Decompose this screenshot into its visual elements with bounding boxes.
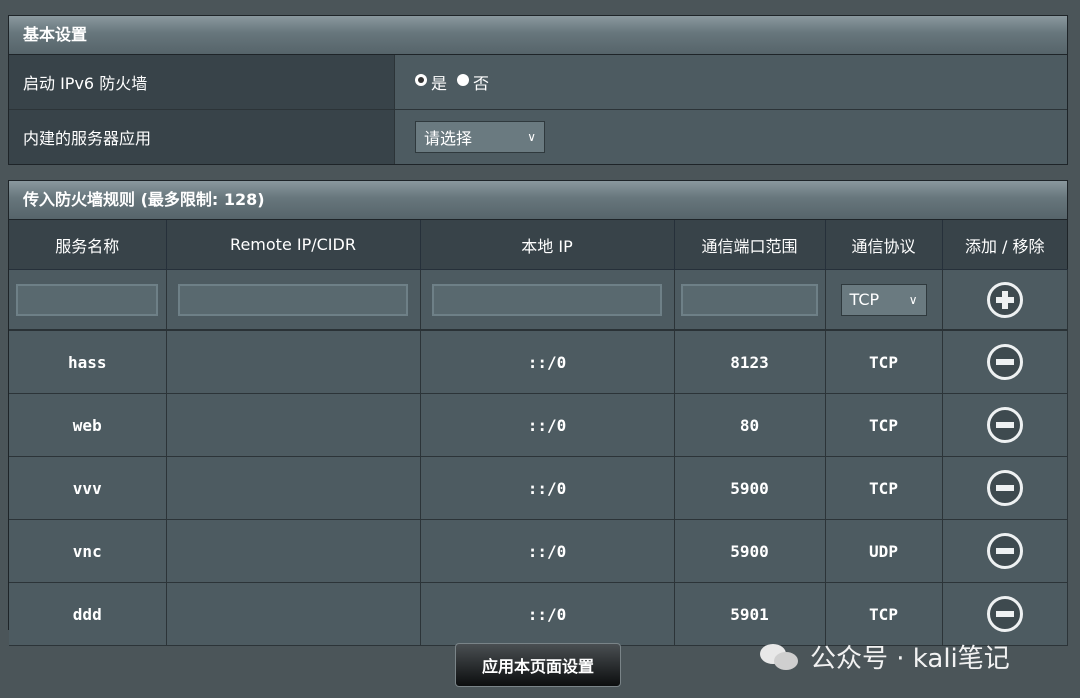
table-row: hass ::/0 8123 TCP (9, 330, 1068, 394)
remote-ip-input[interactable] (177, 283, 409, 316)
cell-protocol: TCP (825, 456, 943, 520)
radio-no-label: 否 (473, 74, 490, 93)
cell-service-name: ddd (9, 582, 167, 646)
radio-no[interactable] (457, 74, 470, 86)
col-local-ip: 本地 IP (420, 220, 675, 270)
remove-rule-icon[interactable] (986, 407, 1023, 443)
table-row: web ::/0 80 TCP (9, 393, 1068, 457)
basic-settings-panel: 基本设置 启动 IPv6 防火墙 是 否 内建的服务器应用 请选择 ∨ (8, 15, 1068, 165)
col-remote-ip: Remote IP/CIDR (166, 220, 421, 270)
server-app-label: 内建的服务器应用 (9, 110, 395, 164)
chevron-down-icon: ∨ (527, 130, 536, 144)
col-port-range: 通信端口范围 (674, 220, 826, 270)
wechat-icon (760, 642, 800, 670)
server-app-row: 内建的服务器应用 请选择 ∨ (9, 110, 1067, 164)
chevron-down-icon: ∨ (908, 292, 918, 307)
server-app-select[interactable]: 请选择 ∨ (415, 121, 545, 153)
apply-settings-button[interactable]: 应用本页面设置 (455, 643, 621, 687)
rules-table: 服务名称 Remote IP/CIDR 本地 IP 通信端口范围 通信协议 添加… (9, 220, 1068, 646)
cell-protocol: UDP (825, 519, 943, 583)
cell-local-ip: ::/0 (420, 456, 675, 520)
cell-service-name: hass (9, 330, 167, 394)
server-app-select-value: 请选择 (424, 129, 473, 148)
cell-port: 5900 (674, 456, 826, 520)
basic-settings-title: 基本设置 (9, 16, 1067, 55)
table-row: vvv ::/0 5900 TCP (9, 456, 1068, 520)
service-name-input[interactable] (16, 283, 159, 316)
cell-service-name: vvv (9, 456, 167, 520)
cell-remote-ip (166, 330, 421, 394)
ipv6-firewall-row: 启动 IPv6 防火墙 是 否 (9, 55, 1067, 110)
inbound-rules-panel: 传入防火墙规则 (最多限制: 128) 服务名称 Remote IP/CIDR … (8, 180, 1068, 646)
cell-protocol: TCP (825, 393, 943, 457)
cell-port: 80 (674, 393, 826, 457)
cell-port: 5900 (674, 519, 826, 583)
remove-rule-icon[interactable] (986, 344, 1023, 380)
cell-remote-ip (166, 393, 421, 457)
cell-port: 8123 (674, 330, 826, 394)
protocol-select[interactable]: TCP ∨ (840, 283, 927, 316)
local-ip-input[interactable] (431, 283, 663, 316)
cell-local-ip: ::/0 (420, 519, 675, 583)
radio-yes-label: 是 (431, 74, 448, 93)
cell-local-ip: ::/0 (420, 582, 675, 646)
radio-yes[interactable] (415, 74, 427, 86)
watermark-text: 公众号 · kali笔记 (810, 643, 1010, 674)
inbound-rules-title: 传入防火墙规则 (最多限制: 128) (9, 181, 1067, 220)
col-service-name: 服务名称 (9, 220, 167, 270)
port-range-input[interactable] (681, 283, 818, 316)
cell-service-name: vnc (9, 519, 167, 583)
remove-rule-icon[interactable] (986, 596, 1023, 632)
cell-remote-ip (166, 582, 421, 646)
cell-remote-ip (166, 456, 421, 520)
add-rule-icon[interactable] (986, 281, 1023, 318)
col-protocol: 通信协议 (825, 220, 943, 270)
table-row: vnc ::/0 5900 UDP (9, 519, 1068, 583)
protocol-select-value: TCP (849, 290, 880, 309)
cell-service-name: web (9, 393, 167, 457)
ipv6-firewall-label: 启动 IPv6 防火墙 (9, 55, 395, 109)
watermark: 公众号 · kali笔记 (760, 636, 1010, 676)
remove-rule-icon[interactable] (986, 470, 1023, 506)
cell-protocol: TCP (825, 330, 943, 394)
new-rule-row: TCP ∨ (9, 269, 1068, 331)
cell-local-ip: ::/0 (420, 393, 675, 457)
cell-remote-ip (166, 519, 421, 583)
cell-local-ip: ::/0 (420, 330, 675, 394)
col-add-remove: 添加 / 移除 (942, 220, 1067, 270)
remove-rule-icon[interactable] (986, 533, 1023, 569)
